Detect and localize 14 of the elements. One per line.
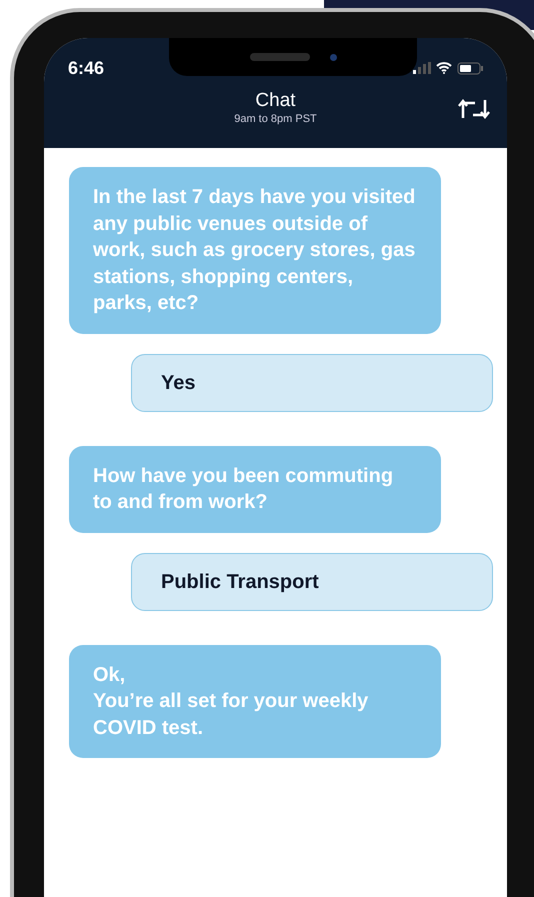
bot-message: Ok, You’re all set for your weekly COVID test. <box>69 644 441 758</box>
speaker-grille <box>250 53 310 61</box>
hours-subtitle: 9am to 8pm PST <box>234 112 317 126</box>
user-reply: Public Transport <box>131 552 493 610</box>
battery-icon <box>457 62 483 74</box>
status-time: 6:46 <box>68 56 104 80</box>
chat-title: Chat <box>255 90 296 112</box>
bot-message: In the last 7 days have you visited any public venues outside of work, such as grocery stores, gas stations, shopping centers, parks, etc? <box>69 167 441 334</box>
bot-message: How have you been commuting to and from work? <box>69 446 441 532</box>
wifi-icon <box>436 62 452 74</box>
signal-icon <box>413 62 431 74</box>
camera-lens <box>330 54 336 60</box>
user-reply: Yes <box>131 354 493 412</box>
swap-arrows-icon[interactable] <box>457 98 491 120</box>
